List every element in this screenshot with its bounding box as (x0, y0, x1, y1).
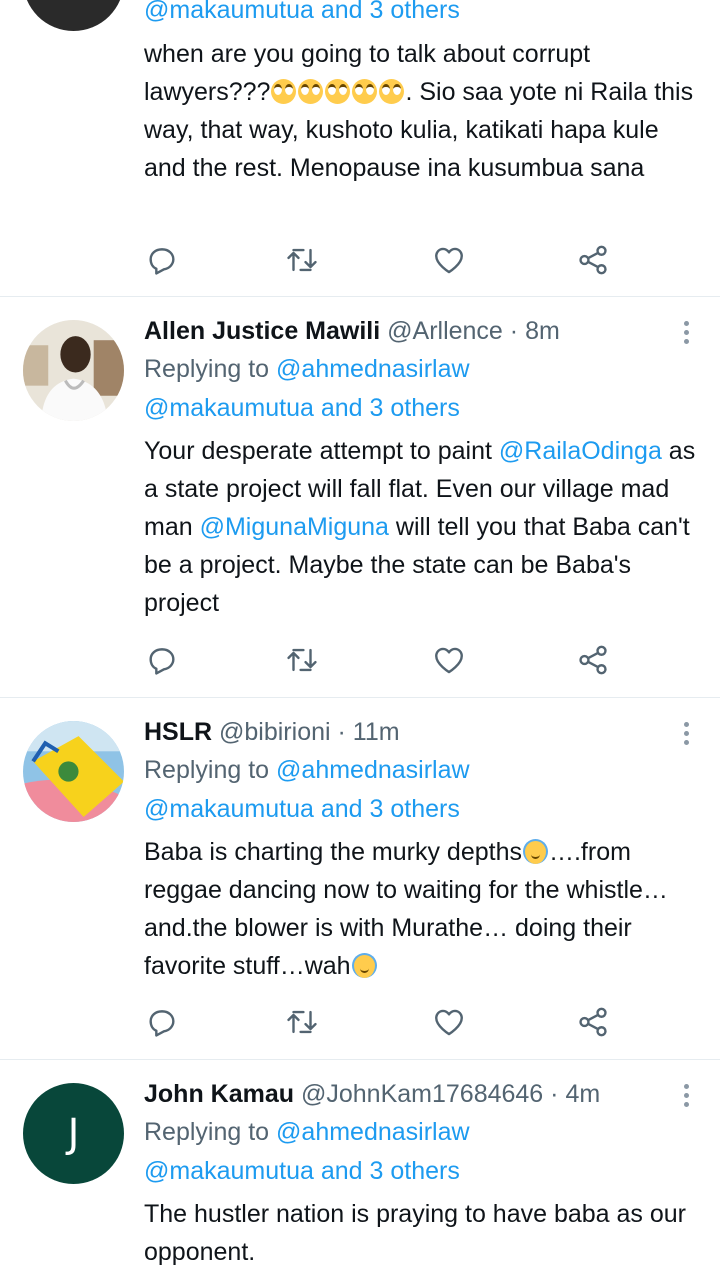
rolling-eyes-emoji (379, 79, 405, 104)
timestamp[interactable]: · 8m (510, 317, 560, 345)
share-icon (579, 1007, 607, 1037)
share-icon (579, 645, 607, 675)
reply-handles-link[interactable]: @makaumutua and 3 others (144, 0, 700, 30)
retweet-icon (287, 648, 317, 672)
reply-handles-link[interactable]: @makaumutua and 3 others (144, 1152, 700, 1191)
tweet-text: The hustler nation is praying to have ba… (144, 1200, 687, 1266)
rolling-eyes-emoji (298, 79, 324, 104)
tweet-actions (145, 1005, 610, 1039)
avatar[interactable] (23, 721, 124, 822)
avatar[interactable] (23, 320, 124, 421)
like-icon (435, 647, 463, 674)
rolling-eyes-emoji (352, 79, 378, 104)
tweet-text: Your desperate attempt to paint @RailaOd… (144, 437, 696, 617)
replying-to: Replying to @ahmednasirlaw (144, 355, 470, 383)
like-button[interactable] (432, 1005, 466, 1039)
avatar[interactable] (23, 0, 124, 31)
mention-link[interactable]: @RailaOdinga (499, 437, 662, 465)
reply-to-link[interactable]: @ahmednasirlaw (276, 1118, 470, 1146)
share-icon (579, 245, 607, 275)
handle[interactable]: @Arllence (387, 317, 503, 345)
display-name[interactable]: John Kamau (144, 1080, 294, 1108)
display-name[interactable]: Allen Justice Mawili (144, 317, 380, 345)
timestamp[interactable]: · 4m (550, 1080, 600, 1108)
timestamp[interactable]: · 11m (338, 718, 400, 746)
reply-button[interactable] (145, 1005, 179, 1039)
reply-handles-link[interactable]: @makaumutua and 3 others (144, 389, 700, 428)
tweet-actions (145, 643, 610, 677)
reply-to-link[interactable]: @ahmednasirlaw (276, 355, 470, 383)
rolling-eyes-emoji (271, 79, 297, 104)
tweet-text: Baba is charting the murky depths ….from … (144, 838, 668, 980)
share-button[interactable] (576, 243, 610, 277)
reply-button[interactable] (145, 243, 179, 277)
share-button[interactable] (576, 1005, 610, 1039)
reply-button[interactable] (145, 643, 179, 677)
tweet-text: when are you going to talk about corrupt… (144, 40, 694, 182)
retweet-button[interactable] (285, 643, 319, 677)
smiling-face-with-halo-emoji (522, 839, 548, 864)
like-icon (435, 1009, 463, 1036)
reply-icon (149, 1010, 175, 1037)
replying-to: Replying to @ahmednasirlaw (144, 1118, 470, 1146)
mention-link[interactable]: @MigunaMiguna (200, 513, 389, 541)
share-button[interactable] (576, 643, 610, 677)
avatar-letter: J (67, 1110, 80, 1157)
like-icon (435, 247, 463, 274)
rolling-eyes-emoji (325, 79, 351, 104)
handle[interactable]: @JohnKam17684646 (301, 1080, 543, 1108)
tweet-2[interactable]: Allen Justice Mawili @Arllence · 8m Repl… (0, 297, 720, 698)
reply-to-link[interactable]: @ahmednasirlaw (276, 756, 470, 784)
tweet-4[interactable]: J John Kamau @JohnKam17684646 · 4m Reply… (0, 1060, 720, 1275)
retweet-button[interactable] (285, 243, 319, 277)
like-button[interactable] (432, 243, 466, 277)
reply-icon (149, 648, 175, 675)
retweet-button[interactable] (285, 1005, 319, 1039)
replying-to: Replying to @ahmednasirlaw (144, 756, 470, 784)
tweet-header: Allen Justice Mawili @Arllence · 8m (144, 312, 700, 350)
tweet-1[interactable]: @makaumutua and 3 others when are you go… (0, 0, 720, 297)
like-button[interactable] (432, 643, 466, 677)
handle[interactable]: @bibirioni (219, 718, 331, 746)
reply-icon (149, 248, 175, 275)
tweet-header: HSLR @bibirioni · 11m (144, 713, 700, 751)
tweet-actions (145, 243, 610, 277)
smiling-face-with-halo-emoji (351, 953, 377, 978)
display-name[interactable]: HSLR (144, 718, 212, 746)
avatar[interactable]: J (23, 1083, 124, 1184)
retweet-icon (287, 1010, 317, 1034)
retweet-icon (287, 248, 317, 272)
tweet-header: John Kamau @JohnKam17684646 · 4m (144, 1075, 700, 1113)
reply-handles-link[interactable]: @makaumutua and 3 others (144, 790, 700, 829)
tweet-3[interactable]: HSLR @bibirioni · 11m Replying to @ahmed… (0, 698, 720, 1060)
